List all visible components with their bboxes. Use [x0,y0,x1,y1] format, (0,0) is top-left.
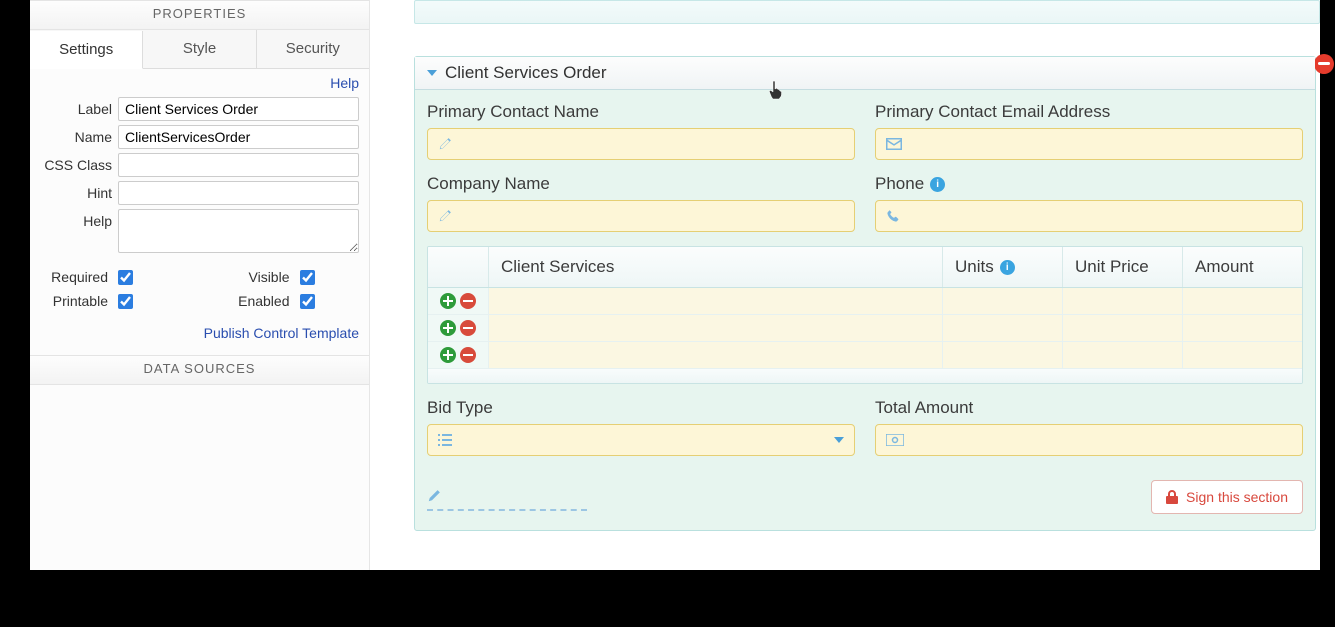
prop-hint-lbl: Hint [40,181,118,201]
chk-visible-lbl: Visible [200,269,300,285]
prop-name-lbl: Name [40,125,118,145]
tab-security[interactable]: Security [257,30,369,68]
tab-settings[interactable]: Settings [30,31,143,69]
field-company-name[interactable]: Company Name [427,174,855,232]
chk-required[interactable] [118,270,133,285]
chk-enabled[interactable] [300,294,315,309]
label-total-amount: Total Amount [875,398,1303,418]
remove-row-icon[interactable] [460,347,476,363]
edit-icon [438,209,452,223]
table-row[interactable] [428,288,1302,315]
canvas-spacer [414,0,1320,24]
prop-help-lbl: Help [40,209,118,229]
chk-enabled-lbl: Enabled [200,293,300,309]
sign-section-button[interactable]: Sign this section [1151,480,1303,514]
section-title: Client Services Order [445,63,607,83]
chk-printable-lbl: Printable [40,293,118,309]
properties-sidebar: PROPERTIES Settings Style Security Help … [30,0,370,570]
remove-row-icon[interactable] [460,320,476,336]
th-services: Client Services [488,247,942,287]
edit-icon [438,137,452,151]
add-row-icon[interactable] [440,293,456,309]
info-icon[interactable]: i [930,177,945,192]
properties-tabs: Settings Style Security [30,30,369,69]
prop-css-lbl: CSS Class [40,153,118,173]
field-phone[interactable]: Phone i [875,174,1303,232]
table-row[interactable] [428,342,1302,369]
label-company: Company Name [427,174,855,194]
envelope-icon [886,138,902,150]
section-header[interactable]: Client Services Order [415,57,1315,90]
table-row[interactable] [428,315,1302,342]
th-actions [428,247,488,287]
label-contact-name: Primary Contact Name [427,102,855,122]
chevron-down-icon[interactable] [834,437,844,443]
prop-hint-input[interactable] [118,181,359,205]
label-bid-type: Bid Type [427,398,855,418]
help-link[interactable]: Help [330,75,359,91]
phone-icon [886,209,900,223]
chk-printable[interactable] [118,294,133,309]
field-total-amount[interactable]: Total Amount [875,398,1303,456]
prop-label-lbl: Label [40,97,118,117]
chk-required-lbl: Required [40,269,118,285]
field-bid-type[interactable]: Bid Type [427,398,855,456]
label-phone: Phone [875,174,924,194]
prop-css-input[interactable] [118,153,359,177]
chevron-down-icon [427,70,437,76]
prop-help-textarea[interactable] [118,209,359,253]
publish-template-link[interactable]: Publish Control Template [204,325,359,341]
chk-visible[interactable] [300,270,315,285]
list-icon [438,434,452,446]
services-table[interactable]: Client Services Units i Unit Price Amoun… [427,246,1303,384]
th-unit-price: Unit Price [1062,247,1182,287]
delete-section-icon[interactable] [1314,54,1334,74]
th-units: Units i [942,247,1062,287]
remove-row-icon[interactable] [460,293,476,309]
properties-header: PROPERTIES [30,0,369,30]
add-row-icon[interactable] [440,347,456,363]
tab-style[interactable]: Style [143,30,256,68]
signature-line[interactable] [427,483,587,511]
section-client-services-order[interactable]: Client Services Order Primary Contact Na… [414,56,1316,531]
datasources-header: DATA SOURCES [30,355,369,385]
lock-icon [1166,490,1178,504]
info-icon[interactable]: i [1000,260,1015,275]
label-contact-email: Primary Contact Email Address [875,102,1303,122]
field-primary-contact-name[interactable]: Primary Contact Name [427,102,855,160]
prop-name-input[interactable] [118,125,359,149]
field-primary-contact-email[interactable]: Primary Contact Email Address [875,102,1303,160]
prop-label-input[interactable] [118,97,359,121]
form-canvas: Client Services Order Primary Contact Na… [370,0,1320,570]
th-amount: Amount [1182,247,1302,287]
sign-button-label: Sign this section [1186,489,1288,505]
add-row-icon[interactable] [440,320,456,336]
money-icon [886,434,904,446]
